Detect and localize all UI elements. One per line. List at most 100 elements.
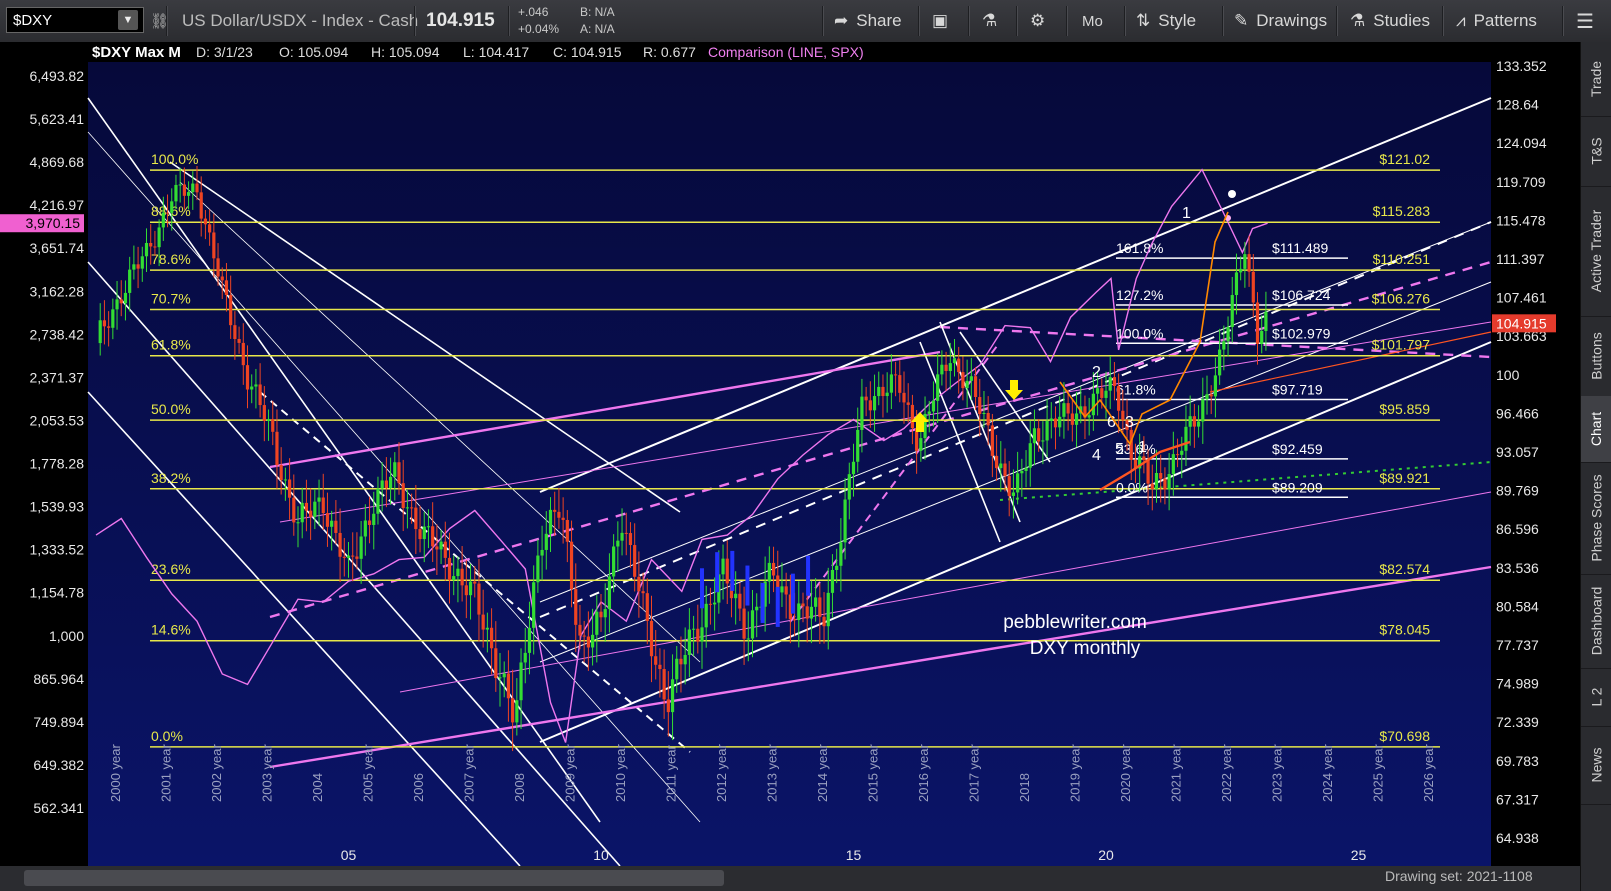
candle-body [569,541,574,590]
candle-body [843,499,847,543]
candle-body [679,658,683,665]
price-tick: 111.397 [1496,251,1545,267]
gear-icon[interactable]: ⚙ [1030,0,1045,42]
candle-body [128,269,132,293]
fib-ext-percent: 61.8% [1116,382,1156,398]
candle-body [435,546,439,550]
candle-body [283,479,287,481]
header-range: R: 0.677 [643,44,696,60]
tab-buttons[interactable]: Buttons [1581,316,1611,397]
tab-dashboard[interactable]: Dashboard [1581,574,1611,669]
fib-ext-percent: 161.8% [1116,240,1163,256]
fib-percent-label: 0.0% [151,728,183,744]
patterns-button[interactable]: ⩘ Patterns [1456,0,1537,42]
spx-tick: 1,154.78 [30,585,85,601]
candle-body [612,546,616,577]
fib-percent-label: 78.6% [151,251,191,267]
studies-button[interactable]: ⚗ Studies [1350,0,1430,42]
candle-body [746,638,750,640]
candle-body [822,616,826,627]
pencil-icon: ✎ [1234,11,1249,30]
candle-body [1095,388,1100,394]
symbol-description: US Dollar/USDX - Index - Cash [182,11,419,30]
candle-body [1163,478,1167,490]
candle-body [174,184,178,202]
candle-body [229,295,233,326]
highlight-candle [790,573,795,614]
tab-chart[interactable]: Chart [1581,396,1611,463]
candle-body [254,384,258,387]
menu-icon[interactable]: ☰ [1576,0,1594,42]
chart-area[interactable]: $DXY Max M D: 3/1/23 O: 105.094 H: 105.0… [0,42,1611,891]
candle-body [835,565,839,570]
fib-ext-price: $97.719 [1272,382,1323,398]
price-tick: 69.783 [1496,753,1539,769]
tab-t-s[interactable]: T&S [1581,116,1611,187]
spx-tick: 6,493.82 [30,68,85,84]
drawings-button[interactable]: ✎ Drawings [1234,0,1327,42]
fib-ext-price: $89.209 [1272,479,1323,495]
tab-l-2[interactable]: L 2 [1581,668,1611,727]
candle-body [649,620,654,657]
candle-body [195,183,199,193]
candle-body [519,662,523,701]
tab-news[interactable]: News [1581,726,1611,805]
ask: A: N/A [580,22,615,36]
time-scrollbar[interactable] [24,870,724,886]
candle-body [620,532,624,541]
candle-body [1175,454,1180,456]
alerts-icon[interactable]: ▣ [932,0,948,42]
x-tick: 25 [1351,847,1367,863]
chart-svg[interactable]: $DXY Max M D: 3/1/23 O: 105.094 H: 105.0… [0,42,1580,867]
style-button[interactable]: ⇅ Style [1136,0,1196,42]
candle-body [296,522,300,524]
candle-body [742,608,746,639]
candle-body [982,412,986,415]
candle-body [553,509,557,512]
candle-body [481,614,485,630]
spx-tick: 562.341 [33,800,84,816]
candle-body [372,513,376,525]
candle-body [1201,399,1205,422]
bid: B: N/A [580,5,615,19]
fib-ext-price: $92.459 [1272,441,1323,457]
candle-body [540,549,544,556]
candle-body [170,201,174,213]
candle-body [136,264,140,269]
candle-body [393,462,397,477]
candle-body [1104,390,1108,398]
candle-body [1016,473,1020,493]
price-tick: 72.339 [1496,714,1539,730]
candle-body [1062,403,1066,417]
candle-body [616,540,620,547]
candle-body [1192,416,1196,427]
highlight-candle [745,565,750,606]
price-tick: 77.737 [1496,637,1539,653]
candle-body [1239,268,1243,273]
candle-body [1028,443,1032,468]
tab-active-trader[interactable]: Active Trader [1581,186,1611,317]
candle-body [1213,375,1218,397]
candle-body [877,386,881,397]
candle-body [1142,456,1146,460]
price-tick: 86.596 [1496,521,1539,537]
fib-percent-label: 23.6% [151,561,191,577]
period-button[interactable]: Mo [1082,0,1103,42]
candle-body [119,299,123,304]
header-date: D: 3/1/23 [196,44,253,60]
chart-title: $DXY Max M [92,44,181,61]
share-button[interactable]: ➦ Share [834,0,902,42]
tab-trade[interactable]: Trade [1581,42,1611,117]
candle-body [645,593,649,621]
candle-body [767,562,771,582]
flask-icon[interactable]: ⚗ [982,0,997,42]
fib-ext-percent: 0.0% [1116,479,1148,495]
tab-phase-scores[interactable]: Phase Scores [1581,462,1611,575]
candle-body [460,568,464,586]
candle-body [654,656,658,665]
chevron-down-icon[interactable]: ▼ [118,10,138,30]
candle-body [1100,388,1104,398]
candle-body [847,474,851,500]
candle-body [919,438,923,451]
candle-body [1159,472,1163,479]
